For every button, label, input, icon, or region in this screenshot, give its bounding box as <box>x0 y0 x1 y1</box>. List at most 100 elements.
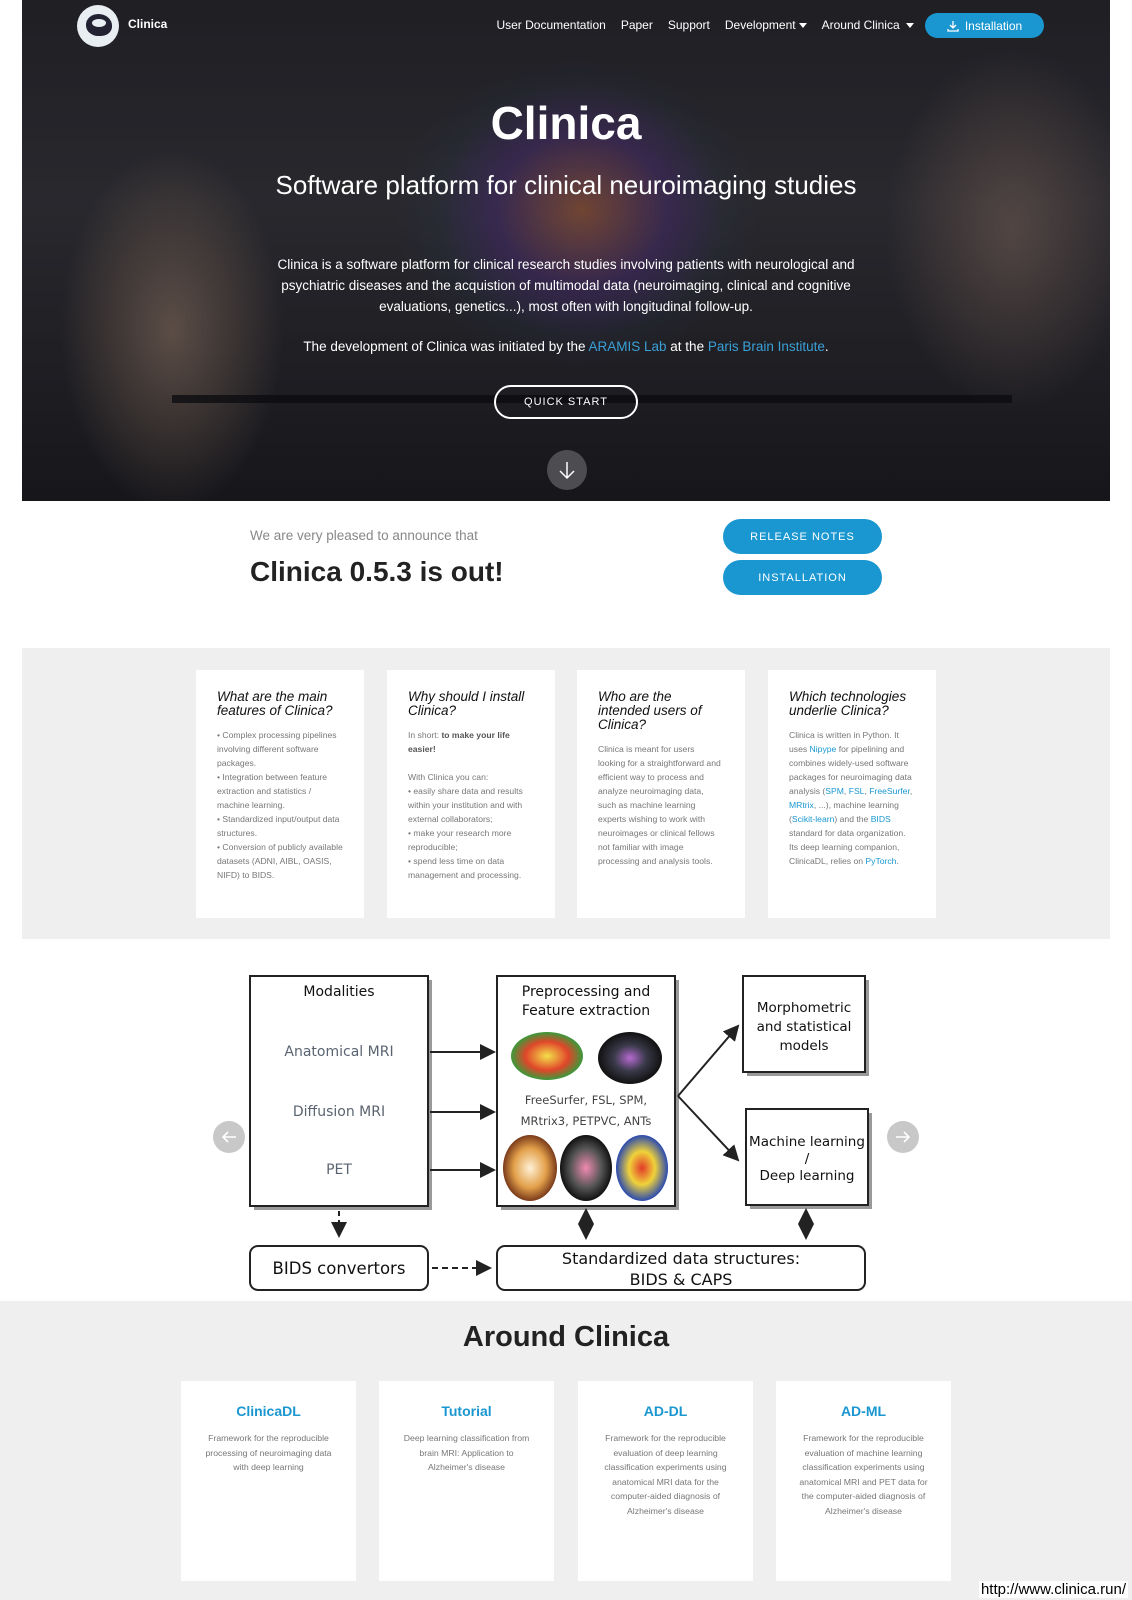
announce-intro: We are very pleased to announce that <box>250 528 478 543</box>
mrtrix-link[interactable]: MRtrix <box>789 800 814 810</box>
feature-card-intended-users: Who are the intended users of Clinica? C… <box>577 670 745 918</box>
ml-line2: / <box>805 1151 810 1167</box>
around-card-text: Framework for the reproducible processin… <box>205 1433 332 1472</box>
modality-anatomical-mri: Anatomical MRI <box>284 1044 393 1060</box>
feature-line: • Standardized input/output data structu… <box>217 814 340 838</box>
nav-development-label: Development <box>724 18 796 32</box>
chevron-down-icon <box>798 23 807 29</box>
feature-card-title: Why should I install Clinica? <box>408 689 525 718</box>
chevron-down-icon <box>906 23 914 29</box>
navbar: Clinica User Documentation Paper Support… <box>22 0 1110 52</box>
modality-diffusion-mri: Diffusion MRI <box>293 1104 385 1120</box>
bids-convertors-label: BIDS convertors <box>273 1259 406 1278</box>
feature-line: • Conversion of publicly available datas… <box>217 842 343 880</box>
nav-support[interactable]: Support <box>668 18 710 32</box>
dev-mid: at the <box>670 339 705 354</box>
around-card-clinicadl[interactable]: ClinicaDL Framework for the reproducible… <box>181 1381 356 1581</box>
feature-text: Clinica is written in Python. It uses Ni… <box>789 728 915 840</box>
feature-intro: In short: to make your life easier! <box>408 728 534 756</box>
feature-line: • make your research more reproducible; <box>408 828 512 852</box>
freesurfer-link[interactable]: FreeSurfer <box>869 786 910 796</box>
pipeline-diagram: Modalities Anatomical MRI Diffusion MRI … <box>249 975 872 1291</box>
quick-start-button[interactable]: QUICK START <box>494 385 638 419</box>
nav-around-clinica-label: Around Clinica <box>821 18 900 32</box>
feature-card-main-features: What are the main features of Clinica? •… <box>196 670 364 918</box>
page-url: http://www.clinica.run/ <box>978 1581 1128 1598</box>
feature-card-why-install: Why should I install Clinica? In short: … <box>387 670 555 918</box>
around-card-ad-dl[interactable]: AD-DL Framework for the reproducible eva… <box>578 1381 753 1581</box>
around-card-ad-ml[interactable]: AD-ML Framework for the reproducible eva… <box>776 1381 951 1581</box>
feature-line: • spend less time on data management and… <box>408 856 522 880</box>
feature-card-technologies: Which technologies underlie Clinica? Cli… <box>768 670 936 918</box>
feature-card-title: What are the main features of Clinica? <box>217 689 333 718</box>
around-card-text: Framework for the reproducible evaluatio… <box>799 1433 928 1516</box>
around-card-text: Deep learning classification from brain … <box>403 1433 530 1472</box>
brain-axial-pet-image <box>616 1135 668 1201</box>
installation-button[interactable]: INSTALLATION <box>723 560 882 595</box>
morph-line2: and statistical <box>757 1019 852 1035</box>
prep-title-line1: Preprocessing and <box>522 984 651 1000</box>
feature-lead: With Clinica you can: <box>408 772 489 782</box>
tech-text: ) and the <box>834 814 871 824</box>
pytorch-link[interactable]: PyTorch <box>865 856 896 866</box>
hero-section: Clinica User Documentation Paper Support… <box>22 0 1110 501</box>
nav-installation-label: Installation <box>964 18 1023 33</box>
around-clinica-section: Around Clinica ClinicaDL Framework for t… <box>0 1301 1132 1600</box>
feature-card-title: Which technologies underlie Clinica? <box>789 689 907 718</box>
nav-menu: User Documentation Paper Support Develop… <box>496 18 914 32</box>
around-card-title[interactable]: ClinicaDL <box>201 1403 336 1419</box>
feature-card-title: Who are the intended users of Clinica? <box>598 689 702 732</box>
aramis-lab-link[interactable]: ARAMIS Lab <box>588 339 666 354</box>
brain-surface-image <box>511 1032 583 1080</box>
brain-axial-diffusion-image <box>560 1135 612 1201</box>
feature-text: Clinica is meant for users looking for a… <box>598 744 721 866</box>
brand-link[interactable]: Clinica <box>128 17 167 31</box>
morph-line1: Morphometric <box>757 1000 851 1016</box>
arrow-line <box>677 1024 740 1097</box>
tech-text: standard for data organization. <box>789 828 906 838</box>
prep-title-line2: Feature extraction <box>522 1003 650 1019</box>
nav-around-clinica-dropdown[interactable]: Around Clinica <box>822 18 914 32</box>
around-card-tutorial[interactable]: Tutorial Deep learning classification fr… <box>379 1381 554 1581</box>
nav-development-dropdown[interactable]: Development <box>725 18 807 32</box>
tools-line1: FreeSurfer, FSL, SPM, <box>525 1093 647 1107</box>
hero-description: Clinica is a software platform for clini… <box>277 257 855 314</box>
bids-link[interactable]: BIDS <box>871 814 891 824</box>
release-notes-button[interactable]: RELEASE NOTES <box>723 519 882 554</box>
nav-paper[interactable]: Paper <box>621 18 653 32</box>
paris-brain-institute-link[interactable]: Paris Brain Institute <box>708 339 825 354</box>
arrow-down-icon <box>559 462 575 480</box>
hero-development-note: The development of Clinica was initiated… <box>166 339 966 354</box>
feature-line: • Integration between feature extraction… <box>217 772 328 810</box>
nav-installation-button[interactable]: Installation <box>925 13 1044 38</box>
feature-line: • Complex processing pipelines involving… <box>217 730 337 768</box>
feature-intro-prefix: In short: <box>408 730 442 740</box>
ml-line3: Deep learning <box>760 1168 855 1184</box>
around-card-title[interactable]: AD-ML <box>796 1403 931 1419</box>
scikit-learn-link[interactable]: Scikit-learn <box>792 814 835 824</box>
brain-axial-anatomical-image <box>503 1135 557 1201</box>
feature-text: Its deep learning companion, ClinicaDL, … <box>789 840 915 868</box>
scroll-down-button[interactable] <box>547 450 587 490</box>
tech-text: , <box>909 786 913 796</box>
around-card-title[interactable]: AD-DL <box>598 1403 733 1419</box>
fsl-link[interactable]: FSL <box>849 786 865 796</box>
morph-line3: models <box>779 1038 828 1054</box>
nav-user-documentation[interactable]: User Documentation <box>496 18 605 32</box>
tools-line2: MRtrix3, PETPVC, ANTs <box>521 1114 652 1128</box>
standardized-line1: Standardized data structures: <box>562 1249 800 1268</box>
around-clinica-title: Around Clinica <box>462 1321 670 1353</box>
hero-title: Clinica <box>490 97 642 149</box>
ml-line1: Machine learning <box>749 1134 865 1150</box>
arrow-line <box>677 1095 740 1162</box>
nipype-link[interactable]: Nipype <box>810 744 837 754</box>
hero-subtitle: Software platform for clinical neuroimag… <box>275 170 857 200</box>
clinica-logo-icon[interactable] <box>77 5 119 47</box>
spm-link[interactable]: SPM <box>825 786 844 796</box>
modality-pet: PET <box>326 1162 352 1178</box>
features-section: What are the main features of Clinica? •… <box>22 648 1110 939</box>
around-card-text: Framework for the reproducible evaluatio… <box>604 1433 727 1516</box>
around-card-title[interactable]: Tutorial <box>399 1403 534 1419</box>
dev-suffix: . <box>824 339 829 354</box>
modalities-title: Modalities <box>303 984 374 1000</box>
